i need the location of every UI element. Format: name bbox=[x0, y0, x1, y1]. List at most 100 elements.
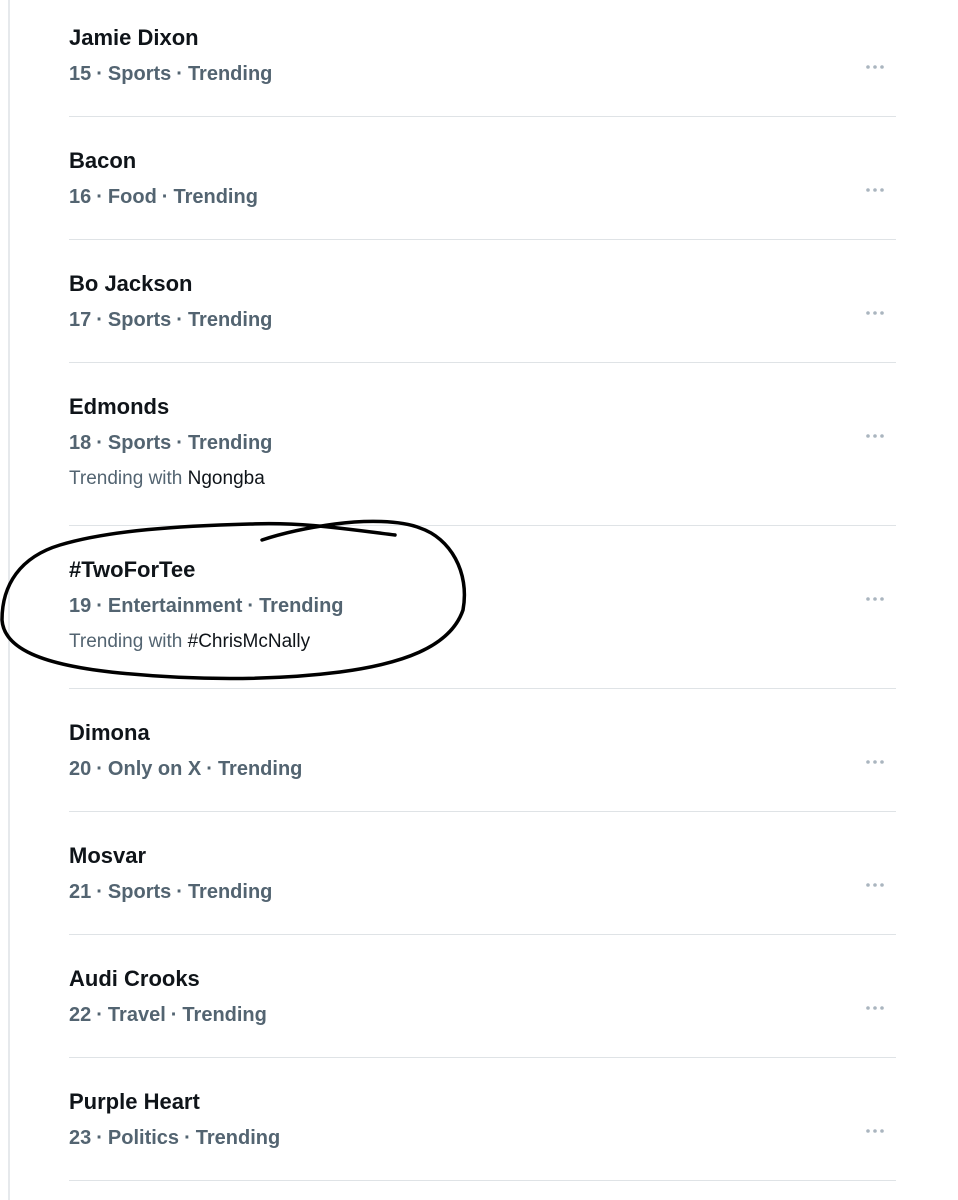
trend-category: Food bbox=[107, 186, 157, 208]
trend-status: Trending bbox=[187, 432, 273, 454]
trend-item[interactable]: Edmonds 18 · Sports · Trending Trending with… bbox=[69, 394, 896, 524]
divider bbox=[69, 1057, 896, 1058]
divider bbox=[69, 688, 896, 689]
more-options-button[interactable] bbox=[863, 178, 887, 202]
trend-category: Only on X bbox=[107, 758, 202, 780]
trending-list: Jamie Dixon 15 · Sports · Trending Bacon 16 ·… bbox=[0, 0, 958, 1200]
trend-rank: 16 bbox=[69, 186, 92, 208]
trending-with-label: Trending with bbox=[69, 468, 183, 489]
more-options-button[interactable] bbox=[863, 873, 887, 897]
trend-category: Travel bbox=[107, 1004, 166, 1026]
meta-separator: · bbox=[184, 1127, 191, 1149]
more-horizontal-icon bbox=[866, 65, 884, 69]
trend-rank: 15 bbox=[69, 63, 92, 85]
trend-rank: 21 bbox=[69, 881, 92, 903]
more-horizontal-icon bbox=[866, 597, 884, 601]
meta-separator: · bbox=[96, 309, 103, 331]
trend-status: Trending bbox=[187, 63, 273, 85]
meta-separator: · bbox=[96, 432, 103, 454]
meta-separator: · bbox=[247, 595, 255, 617]
meta-separator: · bbox=[96, 1127, 103, 1149]
trend-name: #TwoForTee bbox=[69, 557, 196, 582]
more-horizontal-icon bbox=[866, 883, 884, 887]
divider bbox=[69, 934, 896, 935]
meta-separator: · bbox=[96, 758, 103, 780]
trend-name: Bacon bbox=[69, 148, 137, 173]
more-horizontal-icon bbox=[866, 188, 884, 192]
trend-meta: 18 · Sports · Trending bbox=[69, 430, 272, 456]
meta-separator: · bbox=[96, 881, 103, 903]
more-horizontal-icon bbox=[866, 311, 884, 315]
divider bbox=[69, 811, 896, 812]
trend-item[interactable]: #TwoForTee 19 · Entertainment · Trending Tre… bbox=[69, 557, 896, 687]
trend-name: Mosvar bbox=[69, 843, 147, 868]
trend-meta: 23 · Politics · Trending bbox=[69, 1125, 280, 1151]
trend-meta: 15 · Sports · Trending bbox=[69, 61, 272, 87]
trend-item[interactable]: Audi Crooks 22 · Travel · Trending bbox=[69, 966, 896, 1056]
more-horizontal-icon bbox=[866, 760, 884, 764]
trend-category: Sports bbox=[107, 432, 172, 454]
meta-separator: · bbox=[176, 309, 183, 331]
trend-rank: 18 bbox=[69, 432, 92, 454]
trend-rank: 20 bbox=[69, 758, 92, 780]
more-options-button[interactable] bbox=[863, 587, 887, 611]
trend-name: Dimona bbox=[69, 720, 150, 745]
trend-item[interactable]: Jamie Dixon 15 · Sports · Trending bbox=[69, 25, 896, 115]
trend-name: Purple Heart bbox=[69, 1089, 200, 1114]
trending-with-label: Trending with bbox=[69, 631, 183, 652]
trend-rank: 22 bbox=[69, 1004, 92, 1026]
meta-separator: · bbox=[176, 881, 183, 903]
trend-status: Trending bbox=[259, 595, 344, 617]
trend-item[interactable]: Dimona 20 · Only on X · Trending bbox=[69, 720, 896, 810]
trend-category: Politics bbox=[107, 1127, 180, 1149]
trend-item[interactable]: Bacon 16 · Food · Trending bbox=[69, 148, 896, 238]
trend-status: Trending bbox=[187, 881, 273, 903]
trend-rank: 17 bbox=[69, 309, 92, 331]
trending-with: Trending with #ChrisMcNally bbox=[69, 629, 310, 655]
trend-status: Trending bbox=[187, 309, 273, 331]
meta-separator: · bbox=[96, 63, 103, 85]
trending-with-target[interactable]: #ChrisMcNally bbox=[188, 631, 310, 652]
divider bbox=[69, 239, 896, 240]
divider bbox=[69, 362, 896, 363]
trend-meta: 21 · Sports · Trending bbox=[69, 879, 272, 905]
meta-separator: · bbox=[206, 758, 213, 780]
trend-status: Trending bbox=[173, 186, 258, 208]
trend-rank: 23 bbox=[69, 1127, 92, 1149]
meta-separator: · bbox=[96, 186, 103, 208]
trend-rank: 19 bbox=[69, 595, 92, 617]
more-horizontal-icon bbox=[866, 434, 884, 438]
trend-category: Entertainment bbox=[107, 595, 243, 617]
meta-separator: · bbox=[96, 595, 103, 617]
more-options-button[interactable] bbox=[863, 301, 887, 325]
meta-separator: · bbox=[176, 63, 183, 85]
trend-item[interactable]: Purple Heart 23 · Politics · Trending bbox=[69, 1089, 896, 1179]
trend-item[interactable]: Mosvar 21 · Sports · Trending bbox=[69, 843, 896, 933]
more-options-button[interactable] bbox=[863, 1119, 887, 1143]
trending-with-target[interactable]: Ngongba bbox=[188, 468, 265, 489]
meta-separator: · bbox=[161, 186, 169, 208]
trend-name: Bo Jackson bbox=[69, 271, 193, 296]
trend-meta: 17 · Sports · Trending bbox=[69, 307, 272, 333]
more-options-button[interactable] bbox=[863, 424, 887, 448]
more-options-button[interactable] bbox=[863, 996, 887, 1020]
trend-name: Audi Crooks bbox=[69, 966, 200, 991]
trend-meta: 22 · Travel · Trending bbox=[69, 1002, 267, 1028]
more-options-button[interactable] bbox=[863, 55, 887, 79]
trend-category: Sports bbox=[107, 881, 172, 903]
trend-name: Edmonds bbox=[69, 394, 170, 419]
divider bbox=[69, 1180, 896, 1181]
trend-item[interactable]: Bo Jackson 17 · Sports · Trending bbox=[69, 271, 896, 361]
meta-separator: · bbox=[96, 1004, 103, 1026]
meta-separator: · bbox=[176, 432, 183, 454]
trend-category: Sports bbox=[107, 63, 172, 85]
trend-status: Trending bbox=[217, 758, 303, 780]
trend-category: Sports bbox=[107, 309, 172, 331]
more-horizontal-icon bbox=[866, 1129, 884, 1133]
trend-meta: 20 · Only on X · Trending bbox=[69, 756, 302, 782]
trend-status: Trending bbox=[195, 1127, 281, 1149]
more-options-button[interactable] bbox=[863, 750, 887, 774]
trend-meta: 16 · Food · Trending bbox=[69, 184, 258, 210]
more-horizontal-icon bbox=[866, 1006, 884, 1010]
trend-status: Trending bbox=[182, 1004, 267, 1026]
